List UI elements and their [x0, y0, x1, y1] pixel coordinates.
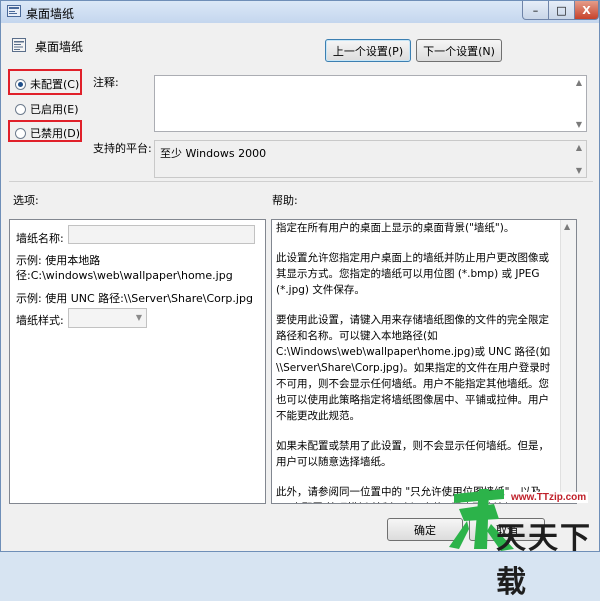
- policy-setting-icon: [12, 38, 26, 52]
- help-paragraph: 要使用此设置，请键入用来存储墙纸图像的文件的完全限定路径和名称。可以键入本地路径…: [276, 314, 551, 422]
- radio-button-icon[interactable]: [15, 127, 26, 139]
- radio-not-configured[interactable]: 未配置(C): [15, 76, 79, 92]
- comment-scrollbar[interactable]: ▲ ▼: [572, 76, 586, 131]
- wallpaper-style-dropdown[interactable]: ▼: [68, 308, 147, 328]
- wallpaper-style-label: 墙纸样式:: [16, 314, 64, 327]
- dialog-window: 桌面墙纸 – □ X 桌面墙纸 上一个设置(P) 下一个设置(N) 未配置(C)…: [0, 0, 600, 600]
- scroll-down-icon[interactable]: ▼: [574, 166, 584, 175]
- radio-enabled[interactable]: 已启用(E): [15, 101, 79, 117]
- options-heading: 选项:: [13, 194, 39, 207]
- chevron-down-icon: ▼: [135, 313, 142, 322]
- section-divider: [9, 181, 593, 182]
- scroll-up-icon[interactable]: ▲: [574, 78, 584, 87]
- maximize-button[interactable]: □: [548, 1, 575, 20]
- options-panel: 墙纸名称: 示例: 使用本地路径:C:\windows\web\wallpape…: [9, 219, 266, 504]
- scroll-up-icon[interactable]: ▲: [564, 222, 570, 231]
- platform-box: 至少 Windows 2000 ▲ ▼: [154, 140, 587, 178]
- radio-label-not-configured: 未配置(C): [30, 78, 80, 91]
- title-bar: 桌面墙纸 – □ X: [1, 1, 599, 23]
- radio-disabled[interactable]: 已禁用(D): [15, 125, 80, 141]
- scroll-up-icon[interactable]: ▲: [574, 143, 584, 152]
- close-button[interactable]: X: [574, 1, 599, 20]
- policy-window-icon: [7, 5, 21, 17]
- scroll-down-icon[interactable]: ▼: [574, 120, 584, 129]
- wallpaper-name-input[interactable]: [68, 225, 255, 244]
- radio-label-enabled: 已启用(E): [30, 103, 79, 116]
- radio-label-disabled: 已禁用(D): [30, 127, 81, 140]
- help-paragraph: 指定在所有用户的桌面上显示的桌面背景("墙纸")。: [276, 222, 515, 234]
- platform-scrollbar[interactable]: ▲ ▼: [572, 141, 586, 177]
- comment-textarea[interactable]: ▲ ▼: [154, 75, 587, 132]
- help-heading: 帮助:: [272, 194, 298, 207]
- platform-label: 支持的平台:: [93, 142, 152, 155]
- wallpaper-name-label: 墙纸名称:: [16, 232, 64, 245]
- radio-button-icon[interactable]: [15, 103, 26, 115]
- example-local-path: 示例: 使用本地路径:C:\windows\web\wallpaper\home…: [16, 254, 233, 282]
- help-paragraph: 此设置允许您指定用户桌面上的墙纸并防止用户更改图像或其显示方式。您指定的墙纸可以…: [276, 252, 549, 296]
- radio-button-icon[interactable]: [15, 78, 26, 90]
- watermark-text: 天天下载: [496, 521, 592, 600]
- example-unc-path: 示例: 使用 UNC 路径:\\Server\Share\Corp.jpg: [16, 292, 253, 305]
- platform-value: 至少 Windows 2000: [160, 147, 267, 160]
- watermark-url: www.TTzip.com: [509, 492, 589, 503]
- policy-title: 桌面墙纸: [35, 40, 84, 54]
- window-title: 桌面墙纸: [26, 7, 75, 21]
- next-setting-button[interactable]: 下一个设置(N): [416, 39, 502, 62]
- comment-label: 注释:: [93, 76, 119, 89]
- previous-setting-button[interactable]: 上一个设置(P): [325, 39, 411, 62]
- minimize-button[interactable]: –: [522, 1, 549, 20]
